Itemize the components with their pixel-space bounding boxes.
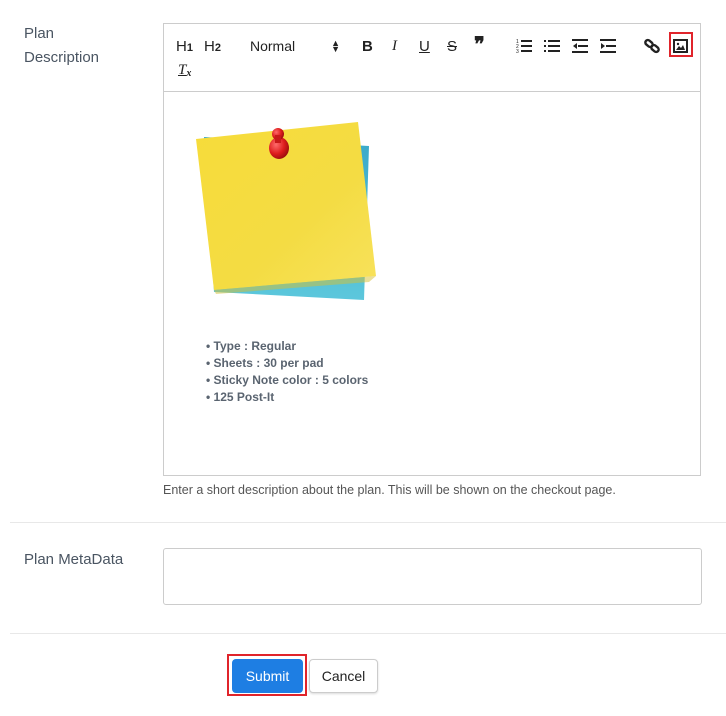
submit-button[interactable]: Submit <box>232 659 303 693</box>
format-select[interactable]: Normal ▲ ▼ <box>250 36 340 56</box>
strike-button[interactable]: S <box>447 36 457 56</box>
blockquote-button[interactable]: ❞ <box>474 34 485 56</box>
plan-metadata-input[interactable] <box>163 548 702 605</box>
editor-content[interactable]: Type : Regular Sheets : 30 per pad Stick… <box>164 92 700 477</box>
description-editor[interactable]: H1 H2 Normal ▲ ▼ B I U S ❞ 123 Tx • Type… <box>163 23 701 476</box>
label-line-1: Plan <box>24 25 55 42</box>
link-icon[interactable] <box>644 36 660 56</box>
bold-button[interactable]: B <box>362 36 373 56</box>
sticky-note-image <box>196 122 376 300</box>
format-select-value: Normal <box>250 38 296 54</box>
indent-icon[interactable] <box>600 36 616 56</box>
cancel-button[interactable]: Cancel <box>309 659 378 693</box>
clear-format-button[interactable]: Tx <box>178 60 191 80</box>
list-item: Type : Regular <box>206 338 368 355</box>
list-item: Sticky Note color : 5 colors <box>206 372 369 389</box>
underline-button[interactable]: U <box>419 36 430 56</box>
h2-button[interactable]: H2 <box>204 36 221 56</box>
list-item: Sheets : 30 per pad <box>206 355 368 372</box>
italic-button[interactable]: I <box>392 36 397 56</box>
image-icon[interactable] <box>673 36 688 56</box>
divider <box>10 522 726 523</box>
svg-text:3: 3 <box>516 49 519 54</box>
feature-list: Type : Regular Sheets : 30 per pad Stick… <box>206 338 369 406</box>
plan-metadata-label: Plan MetaData <box>24 551 124 568</box>
ordered-list-icon[interactable]: 123 <box>516 36 532 56</box>
outdent-icon[interactable] <box>572 36 588 56</box>
plan-description-label: Plan Description <box>24 22 99 70</box>
divider <box>10 633 726 634</box>
bullet-list-icon[interactable] <box>544 36 560 56</box>
label-line-2: Description <box>24 49 100 66</box>
editor-toolbar: H1 H2 Normal ▲ ▼ B I U S ❞ 123 Tx <box>164 24 700 92</box>
description-help-text: Enter a short description about the plan… <box>163 483 616 497</box>
h1-button[interactable]: H1 <box>176 36 193 56</box>
list-item: 125 Post-It <box>206 389 368 406</box>
select-arrows-icon: ▲ ▼ <box>331 38 340 54</box>
